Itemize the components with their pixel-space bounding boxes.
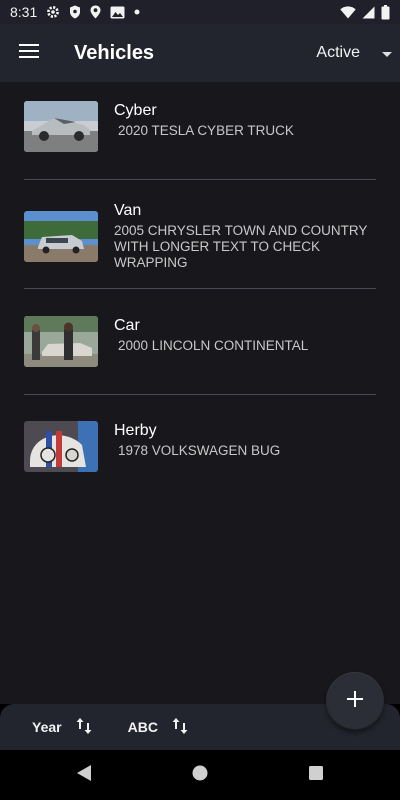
vehicle-item-van[interactable]: Van 2005 CHRYSLER TOWN AND COUNTRY WITH … <box>24 201 376 271</box>
home-circle-icon <box>192 765 208 786</box>
plus-icon <box>347 690 363 712</box>
sort-by-abc-button[interactable]: ABC <box>128 717 188 738</box>
notification-dot-icon <box>134 9 140 15</box>
menu-button[interactable] <box>0 24 58 82</box>
vehicle-description: 2005 CHRYSLER TOWN AND COUNTRY WITH LONG… <box>114 223 368 270</box>
vehicle-item-herby[interactable]: Herby 1978 VOLKSWAGEN BUG <box>24 421 376 472</box>
list-divider <box>24 179 376 180</box>
list-divider <box>24 288 376 289</box>
wifi-icon <box>340 5 356 19</box>
vehicle-photo-car <box>24 316 98 367</box>
vehicle-list: Cyber 2020 TESLA CYBER TRUCK Van 2005 CH… <box>0 82 400 704</box>
sort-abc-label: ABC <box>127 719 158 735</box>
vehicle-item-car[interactable]: Car 2000 LINCOLN CONTINENTAL <box>24 316 376 367</box>
back-button[interactable] <box>72 763 96 787</box>
sort-arrows-icon <box>76 717 92 738</box>
vehicle-name: Herby <box>114 422 157 439</box>
vehicle-description: 2020 TESLA CYBER TRUCK <box>118 123 294 138</box>
system-nav-bar <box>0 750 400 800</box>
vehicle-name: Cyber <box>114 102 157 119</box>
status-filter-dropdown[interactable]: Active <box>316 44 400 62</box>
recents-button[interactable] <box>304 763 328 787</box>
page-title: Vehicles <box>74 41 155 64</box>
recents-square-icon <box>309 765 323 785</box>
app-bar: Vehicles Active <box>0 24 400 82</box>
vehicle-description: 1978 VOLKSWAGEN BUG <box>118 443 281 458</box>
image-notification-icon <box>110 6 125 19</box>
list-divider <box>24 394 376 395</box>
vehicle-description: 2000 LINCOLN CONTINENTAL <box>118 338 309 353</box>
battery-icon <box>381 4 390 20</box>
vehicle-photo-van <box>24 211 98 262</box>
hamburger-menu-icon <box>19 43 39 63</box>
vehicle-item-cyber[interactable]: Cyber 2020 TESLA CYBER TRUCK <box>24 101 376 152</box>
vehicle-name: Car <box>114 317 140 334</box>
location-pin-icon <box>90 5 101 19</box>
dropdown-arrow-icon <box>382 44 392 62</box>
cell-signal-icon <box>362 6 375 19</box>
settings-gear-icon <box>46 5 60 19</box>
back-triangle-icon <box>77 764 91 786</box>
vehicle-photo-cyber <box>24 101 98 152</box>
vehicle-name: Van <box>114 202 142 219</box>
status-bar: 8:31 <box>0 0 400 24</box>
home-button[interactable] <box>188 763 212 787</box>
filter-value: Active <box>316 44 360 61</box>
sort-arrows-icon <box>172 717 188 738</box>
add-vehicle-button[interactable] <box>327 673 383 729</box>
status-time: 8:31 <box>10 4 38 20</box>
vehicle-photo-herby <box>24 421 98 472</box>
sort-by-year-button[interactable]: Year <box>32 717 92 738</box>
shield-icon <box>69 5 81 19</box>
sort-year-label: Year <box>32 719 62 735</box>
